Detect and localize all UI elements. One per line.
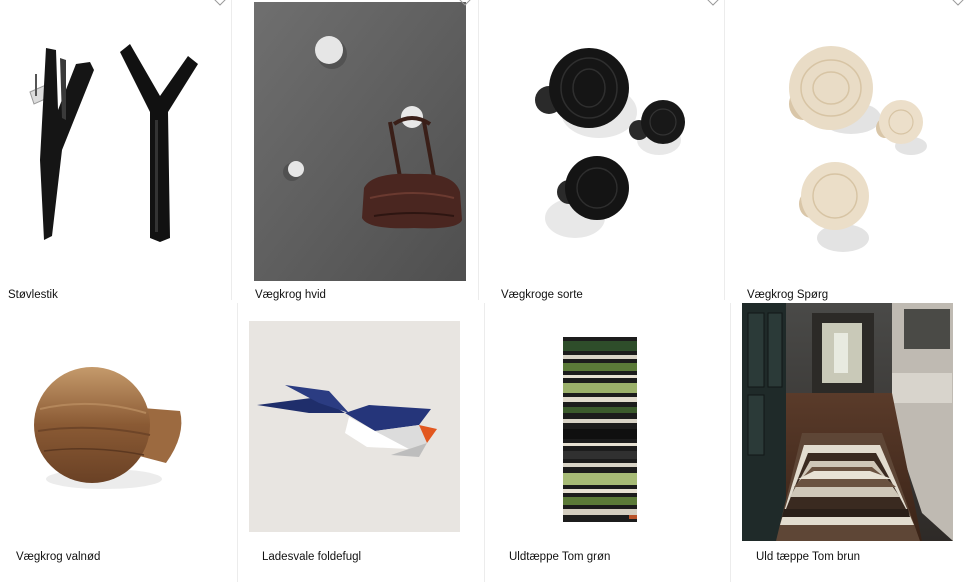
product-image-ash-hooks[interactable]: [725, 0, 967, 282]
product-name[interactable]: Vægkrog hvid: [255, 288, 326, 302]
product-card[interactable]: Uldtæppe Tom grøn: [485, 303, 730, 582]
product-card[interactable]: Uld tæppe Tom brun: [731, 303, 967, 582]
product-name[interactable]: Vægkrog Spørg: [747, 288, 828, 302]
product-image-white-hooks[interactable]: [254, 2, 466, 281]
heart-outline-icon[interactable]: [951, 0, 965, 6]
product-image-brown-runner[interactable]: [742, 303, 953, 541]
product-image-paper-swallow[interactable]: [249, 321, 460, 532]
product-image-black-hooks[interactable]: [479, 0, 724, 282]
product-image-walnut-hook[interactable]: [0, 303, 237, 541]
product-name[interactable]: Vægkroge sorte: [501, 288, 583, 302]
product-card[interactable]: Ladesvale foldefugl: [238, 303, 484, 582]
heart-outline-icon[interactable]: [458, 0, 472, 6]
product-card[interactable]: Vægkrog hvid: [232, 0, 478, 302]
product-image-green-rug[interactable]: [559, 337, 641, 522]
product-card[interactable]: Støvlestik: [0, 0, 231, 302]
product-name[interactable]: Støvlestik: [8, 288, 58, 302]
product-name[interactable]: Uld tæppe Tom brun: [756, 550, 860, 564]
product-card[interactable]: Vægkrog valnød: [0, 303, 237, 582]
product-name[interactable]: Uldtæppe Tom grøn: [509, 550, 610, 564]
heart-outline-icon[interactable]: [213, 0, 227, 6]
product-image-boot-hooks[interactable]: [0, 0, 231, 282]
heart-outline-icon[interactable]: [706, 0, 720, 6]
product-name[interactable]: Ladesvale foldefugl: [262, 550, 361, 564]
product-card[interactable]: Vægkrog Spørg: [725, 0, 967, 302]
product-card[interactable]: Vægkroge sorte: [479, 0, 724, 302]
product-name[interactable]: Vægkrog valnød: [16, 550, 100, 564]
